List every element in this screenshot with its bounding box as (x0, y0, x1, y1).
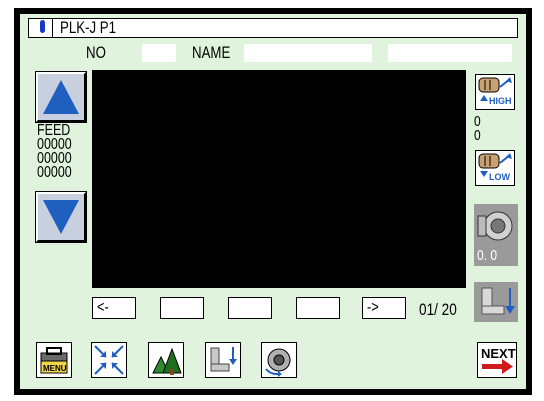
presser-adjust-icon (210, 347, 237, 372)
speed-value-2: 0 (474, 127, 481, 144)
next-page-label: -> (367, 299, 379, 316)
feed-down-button[interactable] (35, 191, 87, 243)
presser-foot-button[interactable] (205, 342, 241, 378)
name-field[interactable] (244, 44, 372, 62)
speed-low-icon: LOW (478, 153, 512, 182)
speed-high-label: HIGH (489, 96, 512, 106)
next-label: NEXT (481, 346, 516, 361)
speed-low-label: LOW (489, 172, 510, 182)
speed-low-button[interactable]: LOW (475, 150, 515, 186)
presser-foot-icon (481, 287, 515, 315)
title-marker-icon (40, 20, 45, 33)
gear-wheel-icon (265, 348, 291, 377)
name-label: NAME (192, 43, 231, 62)
shrink-expand-button[interactable] (91, 342, 127, 378)
feed-readout: FEED 00000 00000 00000 (37, 123, 72, 181)
menu-button[interactable]: MENU (36, 342, 72, 378)
no-label: NO (86, 43, 106, 62)
next-button[interactable]: NEXT (477, 342, 517, 378)
arrow-up-icon (43, 80, 79, 114)
nav-slot-3[interactable] (296, 297, 340, 319)
nav-slot-1[interactable] (160, 297, 204, 319)
next-arrow-icon: NEXT (481, 346, 516, 374)
feed-up-button[interactable] (35, 71, 87, 123)
title-divider (52, 18, 53, 38)
nav-slot-2[interactable] (228, 297, 272, 319)
menu-toolbox-icon: MENU (40, 347, 68, 374)
prev-page-label: <- (97, 299, 109, 316)
no-field[interactable] (142, 44, 176, 62)
shrink-arrows-icon (94, 345, 124, 375)
forest-icon (152, 347, 182, 375)
menu-label: MENU (43, 364, 67, 373)
thread-tension-button[interactable]: 0. 0 (474, 204, 518, 266)
speed-high-button[interactable]: HIGH (475, 74, 515, 110)
tension-value: 0. 0 (477, 247, 498, 264)
presser-down-button[interactable] (474, 282, 518, 322)
feed-value-3: 00000 (37, 164, 72, 181)
page-indicator: 01/ 20 (419, 300, 457, 319)
next-page-button[interactable]: -> (362, 297, 406, 319)
pattern-display[interactable] (92, 70, 466, 288)
arrow-down-icon (43, 200, 79, 234)
program-title: PLK-J P1 (60, 18, 117, 37)
scenery-button[interactable] (148, 342, 184, 378)
speed-high-icon: HIGH (478, 77, 512, 106)
winder-button[interactable] (261, 342, 297, 378)
prev-page-button[interactable]: <- (92, 297, 136, 319)
extra-field[interactable] (388, 44, 512, 62)
